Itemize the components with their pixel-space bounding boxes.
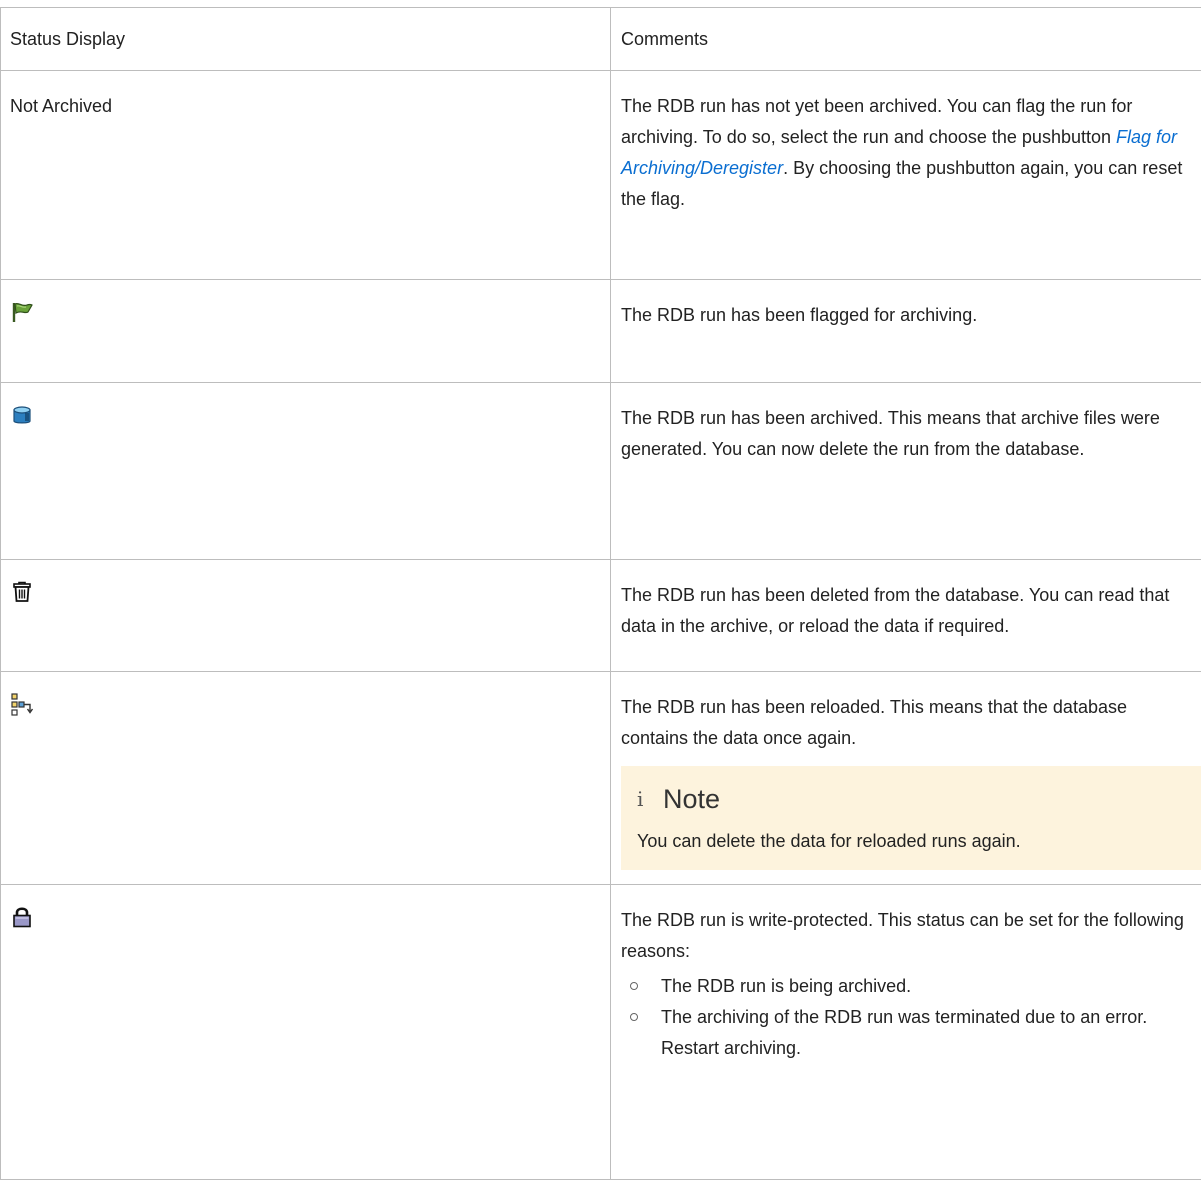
- padlock-icon: [10, 905, 34, 929]
- list-item: The archiving of the RDB run was termina…: [621, 1002, 1191, 1064]
- status-cell: [1, 560, 611, 672]
- status-not-archived: Not Archived: [10, 96, 112, 116]
- note-box: i Note You can delete the data for reloa…: [621, 766, 1201, 870]
- status-cell: [1, 885, 611, 1180]
- comment-text: The RDB run is write-protected. This sta…: [621, 905, 1191, 967]
- table-row: The RDB run has been archived. This mean…: [1, 383, 1201, 560]
- comment-cell: The RDB run has been deleted from the da…: [611, 560, 1201, 672]
- table-row: The RDB run has been deleted from the da…: [1, 560, 1201, 672]
- list-item: The RDB run is being archived.: [621, 971, 1191, 1002]
- comment-cell: The RDB run is write-protected. This sta…: [611, 885, 1201, 1180]
- table-header-row: Status Display Comments: [1, 8, 1201, 71]
- status-cell: Not Archived: [1, 71, 611, 280]
- table-row: The RDB run has been flagged for archivi…: [1, 280, 1201, 383]
- note-title: Note: [663, 784, 720, 815]
- comment-cell: The RDB run has not yet been archived. Y…: [611, 71, 1201, 280]
- note-header: i Note: [637, 780, 1185, 818]
- database-cylinder-icon: [10, 403, 34, 427]
- table-row: The RDB run has been reloaded. This mean…: [1, 672, 1201, 885]
- reload-hierarchy-icon: [10, 692, 34, 716]
- table-row: The RDB run is write-protected. This sta…: [1, 885, 1201, 1180]
- comment-text: The RDB run has not yet been archived. Y…: [621, 96, 1132, 147]
- table-row: Not Archived The RDB run has not yet bee…: [1, 71, 1201, 280]
- comment-text: The RDB run has been reloaded. This mean…: [621, 692, 1191, 754]
- status-cell: [1, 672, 611, 885]
- status-cell: [1, 383, 611, 560]
- trash-can-icon: [10, 580, 34, 604]
- comment-cell: The RDB run has been archived. This mean…: [611, 383, 1201, 560]
- column-header-status-display: Status Display: [1, 8, 611, 71]
- column-header-comments: Comments: [611, 8, 1201, 71]
- info-icon: i: [637, 784, 663, 815]
- status-table: Status Display Comments Not Archived The…: [0, 7, 1201, 1180]
- reasons-list: The RDB run is being archived. The archi…: [621, 971, 1191, 1064]
- note-text: You can delete the data for reloaded run…: [637, 826, 1185, 857]
- status-cell: [1, 280, 611, 383]
- comment-cell: The RDB run has been flagged for archivi…: [611, 280, 1201, 383]
- green-flag-icon: [10, 300, 34, 324]
- comment-cell: The RDB run has been reloaded. This mean…: [611, 672, 1201, 885]
